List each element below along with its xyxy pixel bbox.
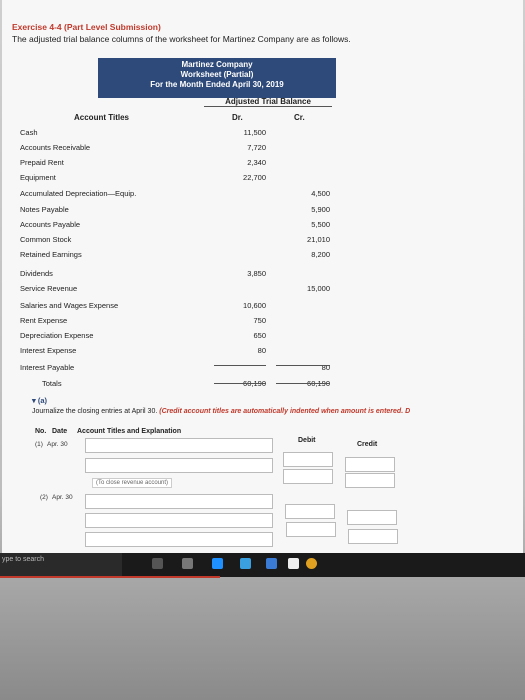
entry1-note: (To close revenue account) — [92, 478, 173, 488]
entry1-account-input-1[interactable] — [85, 438, 273, 453]
col-dr: Dr. — [232, 113, 243, 122]
taskbar: ype to search — [0, 553, 525, 577]
row-title: Accumulated Depreciation—Equip. — [20, 189, 137, 198]
row-dr-value: 3,850 — [247, 269, 266, 278]
row-dr-value: 11,500 — [243, 128, 266, 137]
row-dr-value: 7,720 — [247, 143, 266, 152]
task-view-icon[interactable] — [182, 558, 193, 569]
screen-glare-line — [0, 576, 220, 578]
entry1-no: (1) — [35, 441, 43, 448]
row-title: Dividends — [20, 269, 53, 278]
row-title: Accounts Receivable — [20, 143, 91, 152]
entry1-credit-input-1[interactable] — [345, 457, 395, 472]
row-title: Salaries and Wages Expense — [20, 301, 119, 310]
total-line-dr — [214, 365, 266, 366]
microphone-icon[interactable] — [152, 558, 163, 569]
row-title: Interest Payable — [20, 363, 75, 372]
row-cr-value: 8,200 — [311, 250, 330, 259]
entry2-credit-input-2[interactable] — [348, 529, 398, 544]
row-dr-value: 650 — [253, 331, 266, 340]
entry1-debit-input-1[interactable] — [283, 452, 333, 467]
row-title: Rent Expense — [20, 316, 68, 325]
entry2-no: (2) — [40, 494, 48, 501]
entry2-debit-input-1[interactable] — [285, 504, 335, 519]
entry1-debit-input-2[interactable] — [283, 469, 333, 484]
company-name: Martinez Company — [181, 60, 253, 69]
entry2-account-input-1[interactable] — [85, 494, 273, 509]
col-cr: Cr. — [294, 113, 305, 122]
row-title: Retained Earnings — [20, 250, 82, 259]
entry1-date: Apr. 30 — [47, 441, 68, 448]
row-title: Cash — [20, 128, 38, 137]
entry2-date: Apr. 30 — [52, 494, 73, 501]
col-date: Date — [52, 428, 68, 435]
double-line-dr — [214, 383, 266, 384]
exercise-title: Exercise 4-4 (Part Level Submission) — [12, 22, 161, 32]
row-dr-value: 750 — [253, 316, 266, 325]
worksheet-period: For the Month Ended April 30, 2019 — [150, 80, 284, 89]
row-dr-value: 10,600 — [243, 301, 266, 310]
row-title: Totals — [42, 379, 62, 388]
row-dr-value: 80 — [257, 346, 266, 355]
row-cr-value: 5,900 — [311, 205, 330, 214]
row-title: Depreciation Expense — [20, 331, 94, 340]
chrome-icon[interactable] — [306, 558, 317, 569]
row-cr-value: 21,010 — [307, 235, 330, 244]
edge-browser-icon[interactable] — [212, 558, 223, 569]
file-explorer-icon[interactable] — [240, 558, 251, 569]
taskbar-search-box[interactable]: ype to search — [0, 553, 122, 577]
entry1-credit-input-2[interactable] — [345, 473, 395, 488]
screen: Exercise 4-4 (Part Level Submission) The… — [2, 0, 523, 560]
entry2-credit-input-1[interactable] — [347, 510, 397, 525]
row-dr-value: 22,700 — [243, 173, 266, 182]
part-a-label[interactable]: ▾ (a) — [32, 396, 47, 405]
row-title: Equipment — [20, 173, 56, 182]
row-title: Notes Payable — [20, 205, 69, 214]
worksheet-header: Martinez Company Worksheet (Partial) For… — [98, 58, 336, 98]
row-dr-value: 2,340 — [247, 158, 266, 167]
col-credit: Credit — [357, 441, 378, 448]
col-debit: Debit — [298, 437, 316, 444]
row-title: Accounts Payable — [20, 220, 81, 229]
entry2-account-input-3[interactable] — [85, 532, 273, 547]
mail-icon[interactable] — [288, 558, 299, 569]
row-title: Interest Expense — [20, 346, 77, 355]
row-title: Prepaid Rent — [20, 158, 64, 167]
double-line-cr — [276, 383, 330, 384]
part-a-instruction: Journalize the closing entries at April … — [32, 408, 411, 415]
row-title: Service Revenue — [20, 284, 78, 293]
exercise-description: The adjusted trial balance columns of th… — [12, 34, 351, 44]
worksheet-subtitle: Worksheet (Partial) — [180, 70, 254, 79]
entry1-account-input-2[interactable] — [85, 458, 273, 473]
col-account-titles: Account Titles — [74, 113, 129, 122]
entry2-account-input-2[interactable] — [85, 513, 273, 528]
col-no: No. — [35, 428, 47, 435]
atb-header: Adjusted Trial Balance — [204, 97, 332, 107]
row-cr-value: 5,500 — [311, 220, 330, 229]
row-cr-value: 4,500 — [311, 189, 330, 198]
total-line-cr — [276, 365, 330, 366]
row-title: Common Stock — [20, 235, 72, 244]
monitor-photo: Exercise 4-4 (Part Level Submission) The… — [0, 0, 525, 700]
entry2-debit-input-2[interactable] — [286, 522, 336, 537]
store-icon[interactable] — [266, 558, 277, 569]
col-account-titles-explanation: Account Titles and Explanation — [77, 428, 182, 435]
row-cr-value: 15,000 — [307, 284, 330, 293]
